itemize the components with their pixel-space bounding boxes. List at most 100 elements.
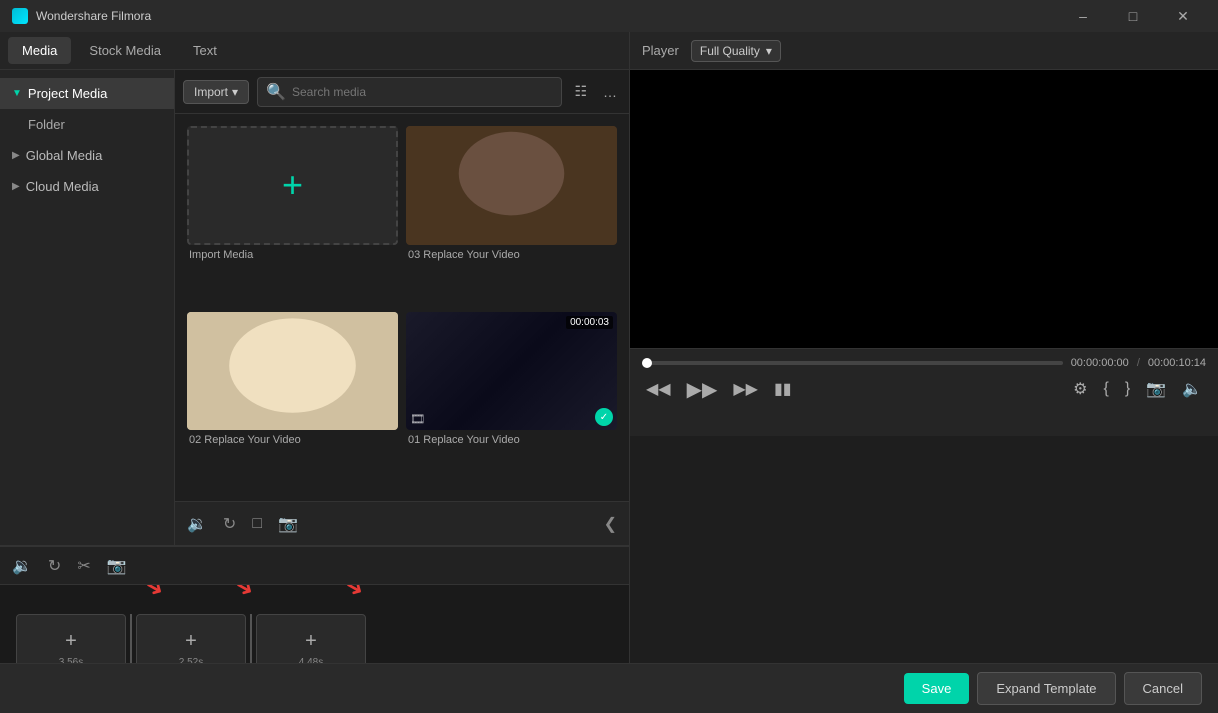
quality-selector[interactable]: Full Quality ▾: [691, 40, 781, 62]
dropdown-arrow-icon: ▾: [232, 85, 238, 99]
tab-stock-media[interactable]: Stock Media: [75, 37, 175, 64]
sidebar: ▼ Project Media Folder ▶ Global Media ▶ …: [0, 70, 175, 545]
dropdown-arrow-icon: ▾: [766, 44, 772, 58]
more-options-icon[interactable]: …: [599, 82, 621, 102]
right-panel: Player Full Quality ▾ 00:00:00:00 / 00:0…: [630, 32, 1218, 713]
sidebar-folder[interactable]: Folder: [0, 109, 174, 140]
video3-label: 03 Replace Your Video: [406, 249, 617, 261]
close-button[interactable]: ✕: [1160, 0, 1206, 32]
plus-icon: +: [282, 167, 303, 203]
loop-icon[interactable]: ↻: [223, 514, 236, 534]
folder-label: Folder: [28, 117, 65, 132]
progress-thumb: [642, 358, 652, 368]
volume-icon[interactable]: 🔈: [1178, 377, 1206, 401]
video2-duration: 00:00:02: [347, 316, 394, 329]
chevron-right-icon: ▶: [12, 181, 20, 192]
play-icon[interactable]: ▶▶: [683, 375, 722, 404]
sidebar-item-cloud-media[interactable]: ▶ Cloud Media: [0, 171, 174, 202]
search-box[interactable]: 🔍: [257, 77, 562, 107]
maximize-button[interactable]: □: [1110, 0, 1156, 32]
media-toolbar: Import ▾ 🔍 ☷ …: [175, 70, 629, 114]
player-controls: 00:00:00:00 / 00:00:10:14 ◀◀ ▶▶ ▶▶ ▮▮ ⚙ …: [630, 348, 1218, 436]
crop-icon[interactable]: □: [252, 515, 262, 533]
sidebar-item-label: Project Media: [28, 86, 107, 101]
collapse-button[interactable]: ❮: [604, 514, 617, 534]
mark-in-icon[interactable]: {: [1099, 378, 1112, 400]
chevron-right-icon: ▶: [12, 150, 20, 161]
quality-value: Full Quality: [700, 44, 760, 58]
media-item-video1[interactable]: 00:00:03 🎞 ✓ 01 Replace Your Video: [406, 312, 617, 490]
timeline-toolbar: 🔉 ↻ ✂ 📷: [0, 547, 629, 585]
media-item-video3[interactable]: 00:00:04 🎞 ✓ 03 Replace Your Video: [406, 126, 617, 304]
add-clip-icon: +: [185, 630, 197, 653]
time-total: 00:00:10:14: [1148, 357, 1206, 369]
timeline-loop-icon[interactable]: ↻: [48, 556, 61, 576]
import-button[interactable]: Import ▾: [183, 80, 249, 104]
sidebar-item-global-media[interactable]: ▶ Global Media: [0, 140, 174, 171]
stop-icon[interactable]: ▮▮: [770, 377, 796, 401]
step-forward-icon[interactable]: ▶▶: [729, 377, 762, 401]
time-separator: /: [1137, 357, 1140, 369]
tab-media[interactable]: Media: [8, 37, 71, 64]
timeline-audio-icon[interactable]: 🔉: [12, 556, 32, 576]
mark-out-icon[interactable]: }: [1121, 378, 1134, 400]
sidebar-item-project-media[interactable]: ▼ Project Media: [0, 78, 174, 109]
progress-bar[interactable]: [642, 361, 1063, 365]
audio-icon[interactable]: 🔉: [187, 514, 207, 534]
search-icon: 🔍: [266, 82, 286, 102]
player-viewport: [630, 70, 1218, 348]
sidebar-item-label: Global Media: [26, 148, 103, 163]
progress-row: 00:00:00:00 / 00:00:10:14: [642, 357, 1206, 369]
media-grid: + Import Media 00:00:04 🎞 ✓ 03 Replace Y…: [175, 114, 629, 501]
video2-label: 02 Replace Your Video: [187, 434, 398, 446]
player-label: Player: [642, 43, 679, 58]
title-bar: Wondershare Filmora – □ ✕: [0, 0, 1218, 32]
import-media-label: Import Media: [187, 249, 398, 261]
timeline-trim-icon[interactable]: ✂: [77, 556, 90, 576]
add-clip-icon: +: [65, 630, 77, 653]
filter-icon[interactable]: ☷: [570, 81, 591, 102]
save-button[interactable]: Save: [904, 673, 970, 704]
video3-thumb: 00:00:04 🎞 ✓: [406, 126, 617, 245]
tab-bar: Media Stock Media Text: [0, 32, 629, 70]
video1-thumb: 00:00:03 🎞 ✓: [406, 312, 617, 431]
footer: Save Expand Template Cancel: [0, 663, 1218, 713]
import-media-item[interactable]: + Import Media: [187, 126, 398, 304]
app-icon: [12, 8, 28, 24]
controls-row: ◀◀ ▶▶ ▶▶ ▮▮ ⚙ { } 📷 🔈: [642, 375, 1206, 404]
main-area: Media Stock Media Text ▼ Project Media F…: [0, 32, 1218, 713]
video2-thumb: 00:00:02 🎞 ✓: [187, 312, 398, 431]
media-item-video2[interactable]: 00:00:02 🎞 ✓ 02 Replace Your Video: [187, 312, 398, 490]
screen-record-icon[interactable]: 📷: [278, 514, 298, 534]
media-panel: Import ▾ 🔍 ☷ … +: [175, 70, 629, 545]
check-icon: ✓: [595, 223, 613, 241]
film-icon: 🎞: [191, 412, 206, 426]
import-thumb: +: [187, 126, 398, 245]
minimize-button[interactable]: –: [1060, 0, 1106, 32]
add-clip-icon: +: [305, 630, 317, 653]
timeline-screen-icon[interactable]: 📷: [107, 556, 127, 576]
cancel-button[interactable]: Cancel: [1124, 672, 1202, 705]
video3-duration: 00:00:04: [566, 130, 613, 143]
app-title: Wondershare Filmora: [36, 9, 1060, 23]
arrow-2: ➜: [230, 585, 259, 604]
video1-label: 01 Replace Your Video: [406, 434, 617, 446]
arrow-3: ➜: [340, 585, 369, 604]
content-area: ▼ Project Media Folder ▶ Global Media ▶ …: [0, 70, 629, 545]
step-back-icon[interactable]: ◀◀: [642, 377, 675, 401]
left-panel: Media Stock Media Text ▼ Project Media F…: [0, 32, 630, 713]
search-input[interactable]: [292, 85, 553, 99]
snapshot-icon[interactable]: 📷: [1142, 377, 1170, 401]
chevron-down-icon: ▼: [12, 88, 22, 99]
settings-icon[interactable]: ⚙: [1069, 377, 1091, 401]
film-icon: 🎞: [410, 412, 425, 426]
player-header: Player Full Quality ▾: [630, 32, 1218, 70]
check-icon: ✓: [595, 408, 613, 426]
tab-text[interactable]: Text: [179, 37, 231, 64]
expand-template-button[interactable]: Expand Template: [977, 672, 1115, 705]
media-bottom-toolbar: 🔉 ↻ □ 📷 ❮: [175, 501, 629, 545]
check-icon: ✓: [376, 408, 394, 426]
window-controls: – □ ✕: [1060, 0, 1206, 32]
arrow-1: ➜: [140, 585, 169, 604]
sidebar-item-label: Cloud Media: [26, 179, 99, 194]
